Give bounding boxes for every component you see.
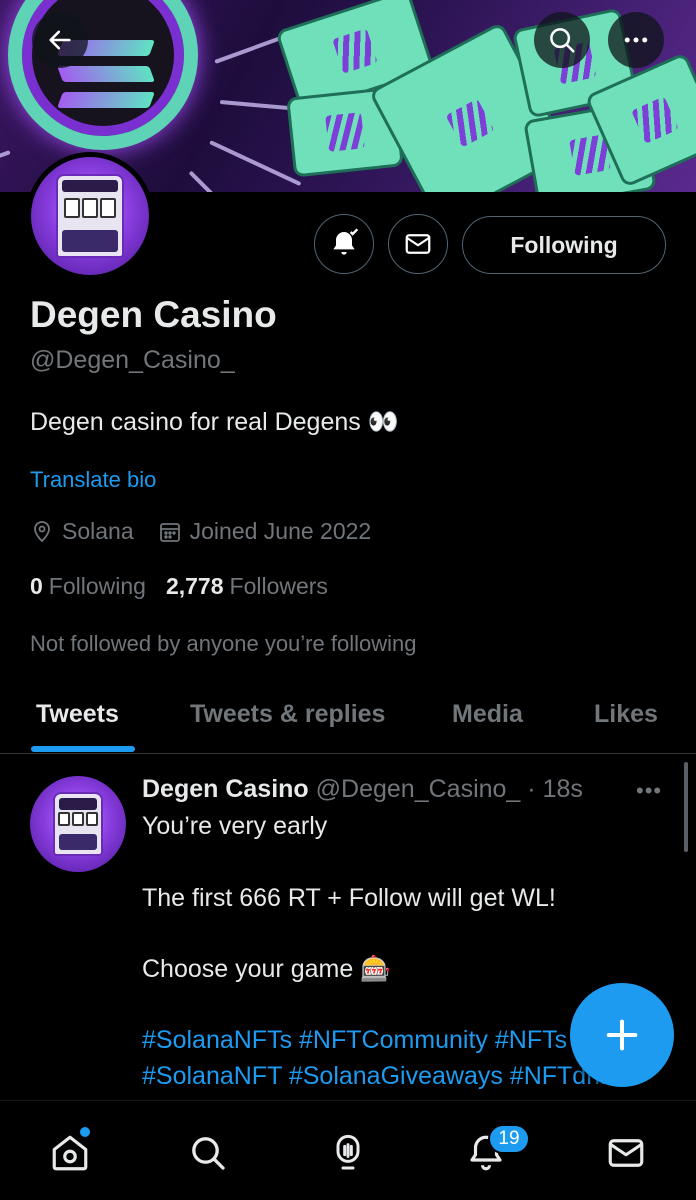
translate-bio-link[interactable]: Translate bio: [30, 467, 156, 493]
spaces-mic-icon: [336, 1134, 360, 1170]
search-icon: [550, 28, 575, 53]
search-button[interactable]: [534, 12, 590, 68]
notifications-bell-button[interactable]: [314, 214, 374, 274]
following-count-link[interactable]: 0 Following: [30, 573, 146, 600]
profile-handle: @Degen_Casino_: [30, 346, 235, 374]
slot-machine-image: [31, 157, 149, 275]
location-text: Solana: [62, 518, 134, 544]
tweet-text-line: The first 666 RT + Follow will get WL!: [142, 884, 556, 912]
nav-spaces[interactable]: [326, 1131, 370, 1175]
followers-count: 2,778: [165, 573, 224, 599]
solana-logo-bar: [57, 92, 155, 108]
profile-bio: Degen casino for real Degens 👀: [30, 408, 399, 436]
tweet-more-button[interactable]: •••: [636, 778, 662, 804]
following-label: Following: [48, 573, 146, 599]
location: Solana: [30, 518, 134, 545]
tab-likes[interactable]: Likes: [594, 700, 658, 729]
tweet-text-line: Choose your game 🎰: [142, 955, 392, 983]
tab-tweets-replies[interactable]: Tweets & replies: [190, 700, 385, 729]
profile-tabs: Tweets Tweets & replies Media Likes: [0, 680, 696, 754]
home-icon: [52, 1135, 88, 1171]
tweet-author-name[interactable]: Degen Casino: [142, 775, 309, 803]
followers-count-link[interactable]: 2,778 Followers: [166, 573, 328, 600]
tweet-author-avatar[interactable]: [30, 776, 126, 872]
tweet-timestamp: · 18s: [527, 775, 583, 803]
light-ray: [209, 140, 302, 187]
mail-icon: [405, 234, 431, 254]
joined-text: Joined June 2022: [189, 518, 372, 544]
tab-media[interactable]: Media: [452, 700, 523, 729]
location-pin-icon: [34, 520, 50, 542]
notifications-badge: 19: [488, 1124, 530, 1154]
more-options-button[interactable]: [608, 12, 664, 68]
more-horizontal-icon: [624, 37, 648, 43]
home-unread-dot: [80, 1127, 90, 1137]
solana-logo-bar: [57, 66, 155, 82]
tab-tweets[interactable]: Tweets: [36, 700, 119, 729]
active-tab-indicator: [31, 746, 135, 752]
plus-icon: [606, 1019, 638, 1051]
mutual-followers-note: Not followed by anyone you’re following: [30, 631, 417, 656]
arrow-left-icon: [49, 30, 71, 50]
tweet-text-line: You’re very early: [142, 812, 328, 840]
back-button[interactable]: [32, 12, 88, 68]
compose-tweet-button[interactable]: [570, 983, 674, 1087]
tweet-header[interactable]: Degen Casino @Degen_Casino_ · 18s: [142, 775, 583, 804]
followers-label: Followers: [229, 573, 328, 599]
profile-avatar[interactable]: [26, 152, 154, 280]
message-button[interactable]: [388, 214, 448, 274]
following-button[interactable]: Following: [462, 216, 666, 274]
follow-stats: 0 Following 2,778 Followers: [30, 573, 348, 600]
scrollbar[interactable]: [684, 762, 688, 852]
light-ray: [188, 170, 241, 192]
mail-icon: [608, 1139, 644, 1167]
tweet-author-handle[interactable]: @Degen_Casino_: [316, 775, 521, 803]
calendar-icon: [159, 522, 180, 542]
bell-check-icon: [333, 228, 359, 255]
profile-name: Degen Casino: [30, 294, 277, 335]
search-icon: [192, 1137, 225, 1170]
nav-messages[interactable]: [604, 1131, 648, 1175]
following-count: 0: [30, 573, 43, 599]
profile-meta: Solana Joined June 2022: [30, 518, 395, 545]
nav-search[interactable]: [186, 1131, 230, 1175]
nav-home[interactable]: [48, 1131, 92, 1175]
light-ray: [0, 150, 11, 175]
joined-date: Joined June 2022: [158, 518, 372, 545]
bottom-navigation: [0, 1100, 696, 1200]
